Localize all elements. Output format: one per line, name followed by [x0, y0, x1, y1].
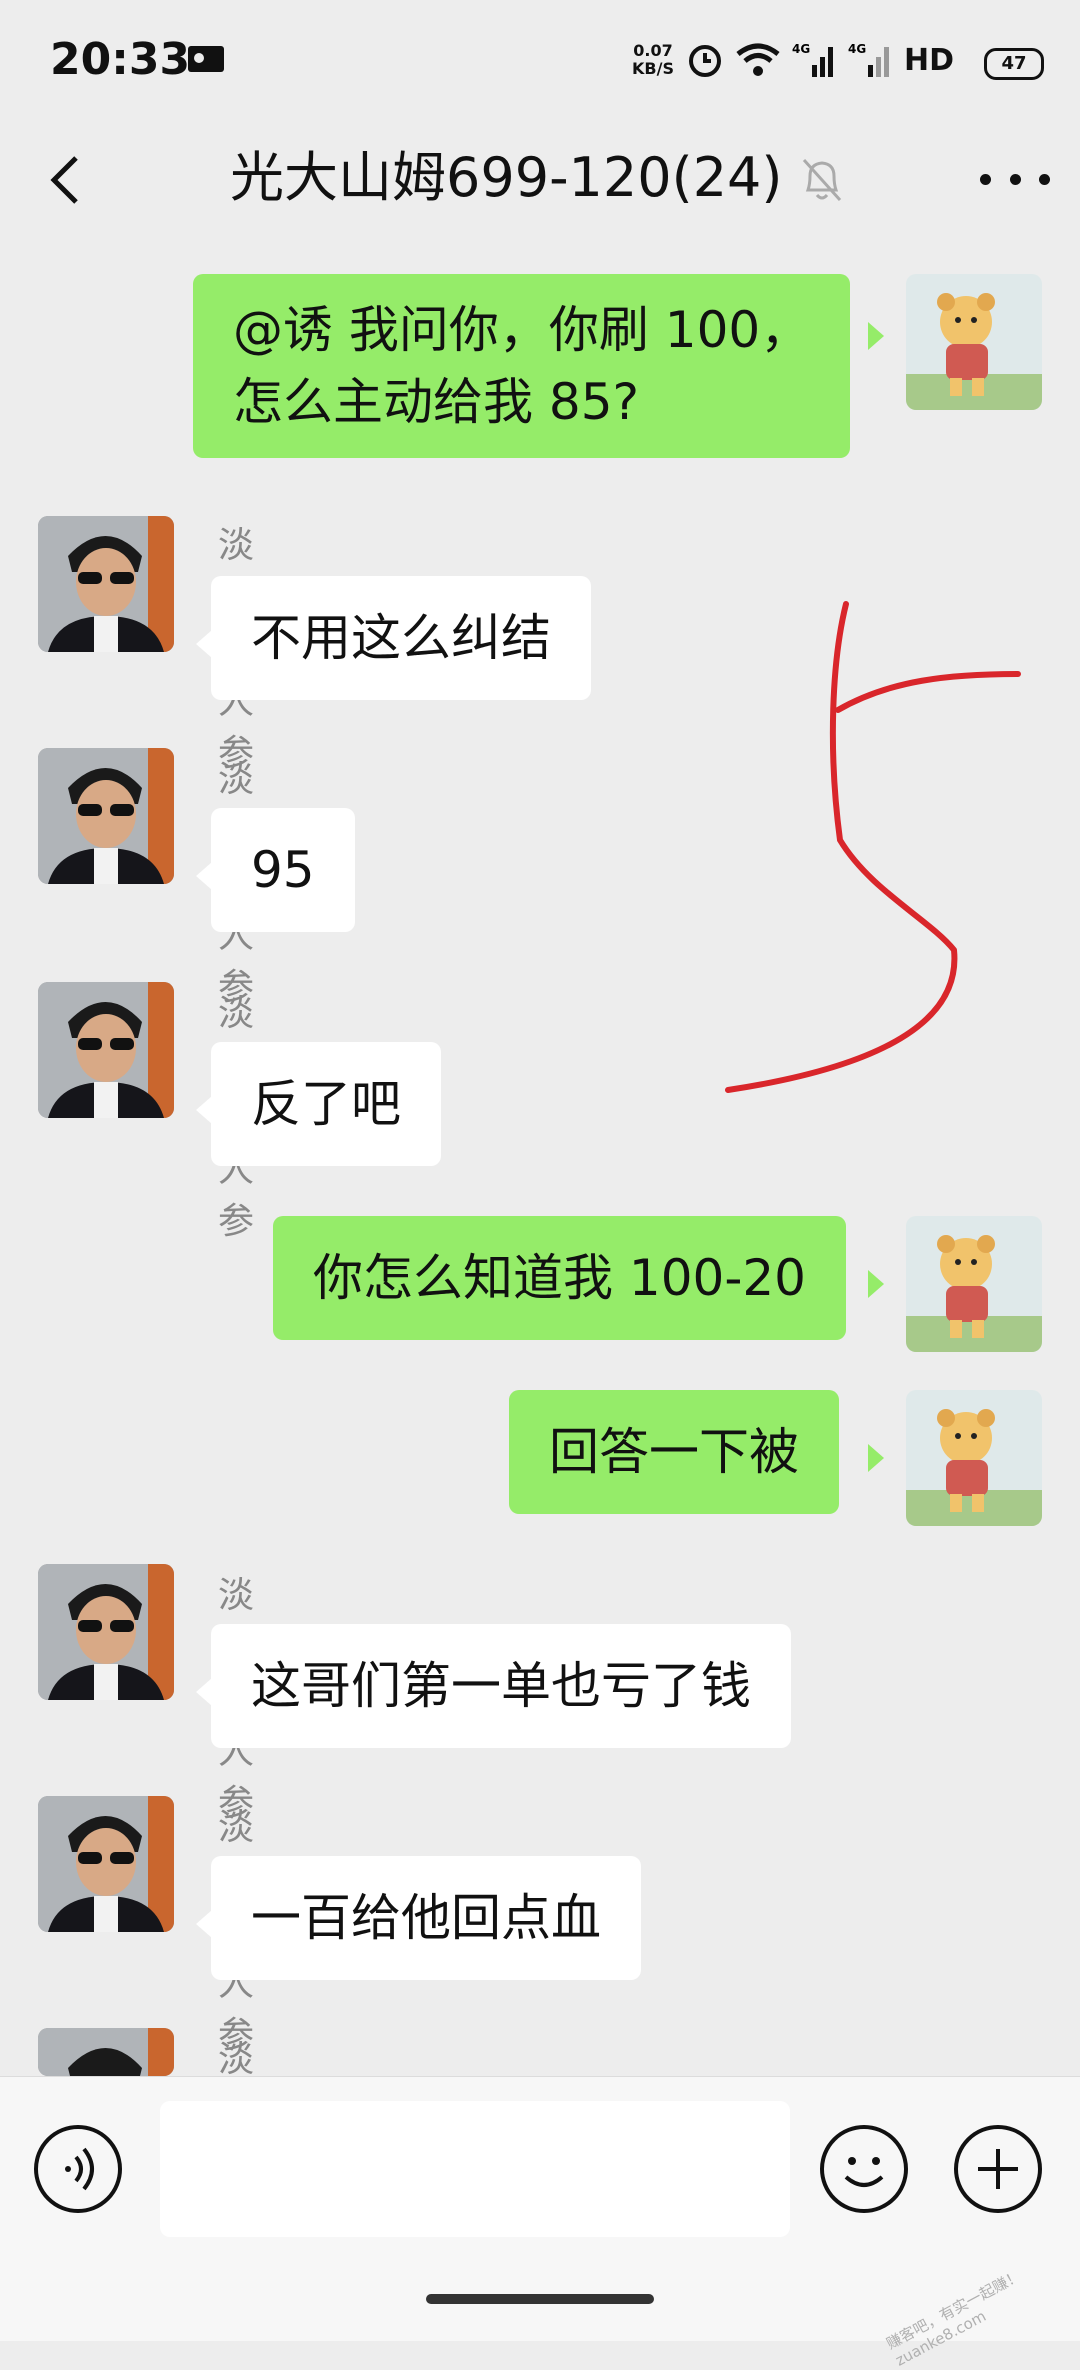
- svg-text:4G: 4G: [792, 42, 810, 56]
- pooh-avatar-icon: [906, 1409, 1042, 1526]
- message-bubble[interactable]: 一百给他回点血: [211, 1856, 641, 1980]
- sender-avatar[interactable]: [38, 516, 174, 652]
- bubble-tail: [196, 1678, 212, 1706]
- more-functions-button[interactable]: [954, 2125, 1042, 2213]
- message-bubble[interactable]: 你怎么知道我 100-20: [273, 1216, 846, 1340]
- alarm-icon: [686, 41, 724, 79]
- bubble-tail: [196, 1910, 212, 1938]
- pooh-avatar-icon: [906, 293, 1042, 410]
- dot-icon: [1039, 173, 1050, 185]
- mute-bell-icon: [800, 154, 844, 206]
- chat-title: 光大山姆699-120(24): [230, 146, 783, 209]
- sender-avatar[interactable]: [38, 1796, 174, 1932]
- network-speed-value: 0.07: [633, 41, 673, 60]
- emoji-icon: [844, 2157, 884, 2187]
- sender-avatar[interactable]: [38, 2028, 174, 2076]
- status-bar: 20:33 0.07 KB/S 4G 4G HD 47: [0, 0, 1080, 120]
- more-options-button[interactable]: [980, 154, 1050, 204]
- voice-icon: [65, 2147, 94, 2191]
- bubble-tail: [196, 630, 212, 658]
- pooh-avatar-icon: [906, 1235, 1042, 1352]
- man-avatar-icon: [38, 2028, 174, 2076]
- plus-icon: [978, 2149, 1018, 2189]
- sender-avatar[interactable]: [38, 1564, 174, 1700]
- man-avatar-icon: [38, 1564, 174, 1700]
- network-speed-unit: KB/S: [632, 59, 674, 78]
- message-text-line: @诱 我问你，你刷 100，: [233, 301, 811, 359]
- signal-icon-2: 4G: [848, 41, 892, 79]
- handwritten-five-annotation: [725, 601, 1021, 1093]
- battery-indicator: 47: [984, 48, 1044, 80]
- message-bubble[interactable]: 反了吧: [211, 1042, 441, 1166]
- bubble-tail: [868, 322, 884, 350]
- man-avatar-icon: [38, 748, 174, 884]
- bubble-tail: [196, 862, 212, 890]
- back-button[interactable]: [38, 150, 98, 210]
- dot-icon: [1009, 173, 1021, 185]
- message-input[interactable]: [160, 2101, 790, 2237]
- man-avatar-icon: [38, 516, 174, 652]
- my-avatar[interactable]: [906, 1216, 1042, 1352]
- bubble-tail: [196, 1096, 212, 1124]
- message-bubble[interactable]: 这哥们第一单也亏了钱: [211, 1624, 791, 1748]
- man-avatar-icon: [38, 982, 174, 1118]
- my-avatar[interactable]: [906, 274, 1042, 410]
- message-text-line: 怎么主动给我 85?: [233, 373, 640, 431]
- emoji-button[interactable]: [820, 2125, 908, 2213]
- svg-text:4G: 4G: [848, 42, 866, 56]
- signal-icon-1: 4G: [792, 41, 836, 79]
- hd-label: HD: [903, 42, 954, 78]
- message-bubble[interactable]: 95: [211, 808, 355, 932]
- sender-avatar[interactable]: [38, 982, 174, 1118]
- back-arrow-icon: [50, 156, 78, 204]
- bubble-tail: [868, 1270, 884, 1298]
- man-avatar-icon: [38, 1796, 174, 1932]
- wifi-icon: [736, 41, 780, 79]
- status-indicators: 0.07 KB/S 4G 4G HD: [632, 38, 954, 82]
- image-notification-icon: [188, 46, 224, 72]
- my-avatar[interactable]: [906, 1390, 1042, 1526]
- chat-header: 光大山姆699-120(24): [0, 120, 1080, 240]
- home-indicator[interactable]: [426, 2294, 654, 2304]
- dot-icon: [980, 173, 991, 185]
- bubble-tail: [868, 1444, 884, 1472]
- voice-button[interactable]: [34, 2125, 122, 2213]
- status-time: 20:33: [50, 34, 191, 85]
- message-bubble[interactable]: @诱 我问你，你刷 100， 怎么主动给我 85?: [193, 274, 851, 458]
- sender-avatar[interactable]: [38, 748, 174, 884]
- network-speed: 0.07 KB/S: [632, 42, 674, 78]
- message-bubble[interactable]: 回答一下被: [509, 1390, 839, 1514]
- message-bubble[interactable]: 不用这么纠结: [211, 576, 591, 700]
